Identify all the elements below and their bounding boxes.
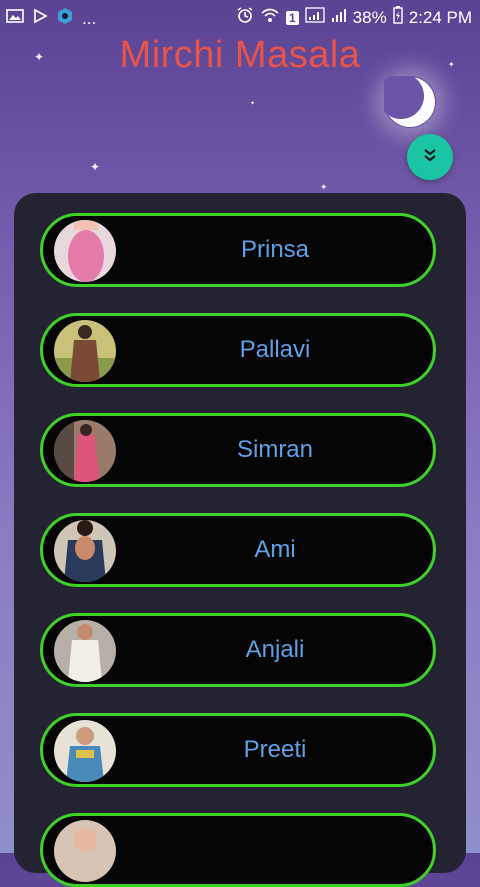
item-label: Anjali <box>245 636 305 663</box>
list-item[interactable] <box>40 813 436 887</box>
item-label: Preeti <box>243 736 307 763</box>
item-label: Pallavi <box>239 336 311 363</box>
status-left: ... <box>6 7 96 30</box>
sim-badge: 1 <box>285 10 299 25</box>
scroll-down-button[interactable] <box>407 134 453 180</box>
avatar <box>54 620 116 682</box>
signal-strength-icon <box>331 7 347 28</box>
avatar <box>54 720 116 782</box>
star-icon: ✦ <box>320 182 328 192</box>
list-item[interactable]: Preeti <box>40 713 436 787</box>
app-title: Mirchi Masala <box>119 34 361 76</box>
battery-charging-icon <box>392 6 403 29</box>
alarm-icon <box>236 6 254 29</box>
battery-percent: 38% <box>352 7 387 27</box>
clock: 2:24 PM <box>408 7 472 27</box>
list-item[interactable]: Ami <box>40 513 436 587</box>
signal-icon <box>305 7 325 28</box>
double-chevron-down-icon <box>421 146 439 169</box>
avatar <box>54 420 116 482</box>
play-store-notification-icon <box>32 8 48 29</box>
list-item[interactable]: Simran <box>40 413 436 487</box>
list-panel: Prinsa Pallavi Simran Ami Anjali Preeti <box>14 193 466 887</box>
status-right: 1 38% 2:24 PM <box>236 6 472 29</box>
wifi-icon <box>260 7 280 28</box>
item-label: Simran <box>236 436 314 463</box>
item-label: Prinsa <box>240 236 310 263</box>
star-icon: ✦ <box>90 160 101 174</box>
item-label <box>117 816 433 884</box>
list-item[interactable]: Anjali <box>40 613 436 687</box>
crescent-moon-icon <box>378 73 436 128</box>
list-item[interactable]: Pallavi <box>40 313 436 387</box>
gallery-notification-icon <box>6 8 24 29</box>
star-icon: ✦ <box>250 101 256 107</box>
list-item[interactable]: Prinsa <box>40 213 436 287</box>
status-bar: ... 1 38% 2:24 PM <box>0 0 480 32</box>
item-label: Ami <box>254 536 296 563</box>
more-notifications: ... <box>82 8 97 28</box>
avatar <box>54 220 116 282</box>
app-notification-icon <box>56 7 74 30</box>
avatar <box>54 820 116 882</box>
avatar <box>54 320 116 382</box>
avatar <box>54 520 116 582</box>
